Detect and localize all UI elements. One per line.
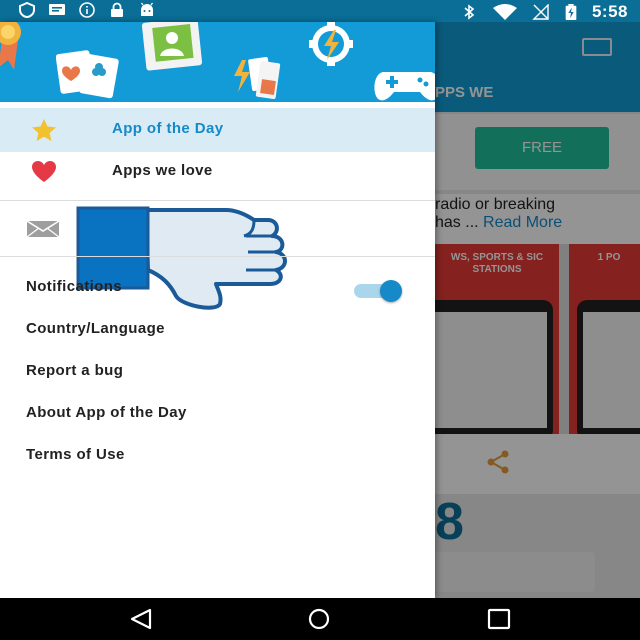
status-time: 5:58 [591,2,628,21]
info-icon [79,2,95,18]
notifications-label: Notifications [26,278,123,295]
navigation-bar [0,598,640,640]
country-language-item[interactable]: Country/Language [26,320,165,337]
back-icon[interactable] [128,608,154,630]
status-bar: 5:58 [0,0,640,22]
settings-bolt-icon [309,22,353,66]
gamepad-icon [374,72,435,101]
bluetooth-icon [464,4,475,20]
menu-item-label: Apps we love [112,162,213,179]
about-item[interactable]: About App of the Day [26,404,187,421]
menu-item-app-of-the-day[interactable]: App of the Day [0,108,435,152]
home-icon[interactable] [306,608,332,630]
background-app: PPS WE FREE radio or breaking has ... Re… [435,22,640,598]
battery-saver-icon [234,57,281,99]
divider [0,256,435,257]
heart-icon [32,161,56,182]
message-icon [49,4,65,15]
notifications-toggle[interactable] [354,278,412,302]
menu-item-label: App of the Day [112,120,224,137]
scrim[interactable] [435,22,640,598]
android-icon [140,2,154,16]
wifi-icon [492,4,517,20]
cards-icon [56,50,119,99]
divider [0,200,435,201]
star-icon [32,119,56,141]
menu-item-apps-we-love[interactable]: Apps we love [0,150,435,194]
no-signal-icon [532,4,549,20]
lock-icon [111,2,123,17]
battery-charging-icon [565,4,577,20]
shield-icon [19,2,35,18]
ribbon-badge-icon [0,22,21,70]
drawer-header [0,22,435,102]
recents-icon[interactable] [486,608,512,630]
mail-icon [26,220,60,238]
contact-card-icon [141,22,203,71]
toggle-thumb [380,280,402,302]
terms-of-use-item[interactable]: Terms of Use [26,446,125,463]
report-bug-item[interactable]: Report a bug [26,362,123,379]
navigation-drawer: App of the Day Apps we love Notification… [0,22,435,598]
